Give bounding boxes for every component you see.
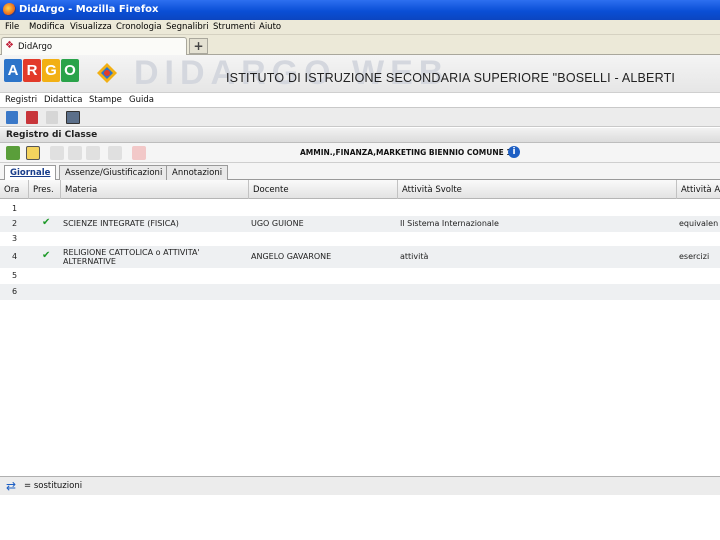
class-name-label: AMMIN.,FINANZA,MARKETING BIENNIO COMUNE … (300, 148, 517, 157)
menu-stampe[interactable]: Stampe (89, 95, 122, 105)
registro-book-icon[interactable] (6, 111, 18, 124)
folder-icon[interactable] (26, 146, 40, 160)
menu-cronologia[interactable]: Cronologia (116, 22, 162, 32)
panel-title: Registro di Classe (6, 130, 98, 140)
browser-tab-strip: ❖ DidArgo + (0, 35, 720, 55)
menu-visualizza[interactable]: Visualizza (70, 22, 112, 32)
browser-tab-didargo[interactable]: ❖ DidArgo (1, 37, 187, 55)
browser-menu-bar: File Modifica Visualizza Cronologia Segn… (0, 20, 720, 35)
monitor-icon[interactable] (66, 111, 80, 124)
col-attivita-assegnate[interactable]: Attività A (677, 180, 720, 199)
substitution-icon: ⇄ (6, 479, 17, 493)
row-ora: 1 (12, 204, 18, 213)
panel-header: Registro di Classe (0, 128, 720, 143)
col-docente[interactable]: Docente (249, 180, 398, 199)
person-icon[interactable] (6, 146, 20, 160)
argo-logo-letter-r: R (23, 59, 41, 82)
row-ora: 5 (12, 271, 18, 280)
red-book-icon[interactable] (26, 111, 38, 124)
row-attivita: Il Sistema Internazionale (400, 219, 499, 228)
status-legend: = sostituzioni (24, 481, 83, 491)
menu-segnalibri[interactable]: Segnalibri (166, 22, 209, 32)
menu-registri[interactable]: Registri (5, 95, 37, 105)
table-row[interactable]: 1 (0, 200, 720, 216)
row-docente: UGO GUIONE (251, 219, 304, 228)
school-name: ISTITUTO DI ISTRUZIONE SECONDARIA SUPERI… (226, 71, 676, 85)
col-materia[interactable]: Materia (61, 180, 249, 199)
browser-tab-label: DidArgo (18, 42, 53, 52)
row-docente: ANGELO GAVARONE (251, 252, 332, 261)
menu-file[interactable]: File (5, 22, 19, 32)
firefox-window: DidArgo - Mozilla Firefox File Modifica … (0, 0, 720, 540)
table-row[interactable]: 2 ✔ SCIENZE INTEGRATE (FISICA) UGO GUION… (0, 216, 720, 232)
row-ora: 2 (12, 219, 18, 228)
new-tab-button[interactable]: + (189, 38, 208, 54)
window-title: DidArgo - Mozilla Firefox (19, 4, 159, 15)
row-materia: RELIGIONE CATTOLICA o ATTIVITA' ALTERNAT… (63, 248, 200, 266)
table-row[interactable]: 4 ✔ RELIGIONE CATTOLICA o ATTIVITA' ALTE… (0, 246, 720, 268)
table-row[interactable]: 6 (0, 284, 720, 300)
status-bar: ⇄ = sostituzioni (0, 476, 720, 495)
app-toolbar (0, 107, 720, 127)
swap-icon[interactable] (108, 146, 122, 160)
delete-icon[interactable] (132, 146, 146, 160)
table-header: Ora Pres. Materia Docente Attività Svolt… (0, 180, 720, 199)
tab-assenze-giustificazioni[interactable]: Assenze/Giustificazioni (59, 165, 169, 180)
panel-toolbar: AMMIN.,FINANZA,MARKETING BIENNIO COMUNE … (0, 143, 720, 163)
menu-strumenti[interactable]: Strumenti (213, 22, 255, 32)
menu-aiuto[interactable]: Aiuto (259, 22, 281, 32)
row-ora: 3 (12, 234, 18, 243)
didargo-logo-icon (97, 63, 117, 83)
argo-logo-letter-a: A (4, 59, 22, 82)
row-attivita: attività (400, 252, 429, 261)
tab-annotazioni[interactable]: Annotazioni (166, 165, 229, 180)
col-pres[interactable]: Pres. (29, 180, 61, 199)
app-header: A R G O DIDARGO WEB ISTITUTO DI ISTRUZIO… (0, 55, 720, 92)
table-row[interactable]: 3 (0, 232, 720, 246)
app-menu-bar: Registri Didattica Stampe Guida (0, 92, 720, 107)
menu-guida[interactable]: Guida (129, 95, 154, 105)
row-attivita-assegnate: esercizi (679, 252, 710, 261)
row-ora: 4 (12, 252, 18, 261)
presence-check-icon: ✔ (42, 250, 51, 261)
presence-check-icon: ✔ (42, 217, 51, 228)
didargo-favicon-icon: ❖ (5, 40, 14, 51)
row-attivita-assegnate: equivalen (679, 219, 719, 228)
argo-logo-letter-o: O (61, 59, 79, 82)
row-materia: SCIENZE INTEGRATE (FISICA) (63, 219, 179, 228)
lessons-table: Ora Pres. Materia Docente Attività Svolt… (0, 180, 720, 476)
table-row[interactable]: 5 (0, 268, 720, 284)
info-icon[interactable]: i (508, 146, 520, 158)
menu-modifica[interactable]: Modifica (29, 22, 65, 32)
firefox-logo-icon (3, 3, 16, 16)
col-attivita-svolte[interactable]: Attività Svolte (398, 180, 677, 199)
arrow-up-icon[interactable] (68, 146, 82, 160)
argo-logo-letter-g: G (42, 59, 60, 82)
undo-icon[interactable] (86, 146, 100, 160)
disabled-button-icon[interactable] (50, 146, 64, 160)
window-title-bar: DidArgo - Mozilla Firefox (0, 0, 720, 20)
row-ora: 6 (12, 287, 18, 296)
disabled-tool-icon[interactable] (46, 111, 58, 124)
tab-giornale[interactable]: Giornale (4, 165, 57, 181)
col-ora[interactable]: Ora (0, 180, 29, 199)
menu-didattica[interactable]: Didattica (44, 95, 82, 105)
register-tabs: Giornale Assenze/Giustificazioni Annotaz… (0, 163, 720, 181)
